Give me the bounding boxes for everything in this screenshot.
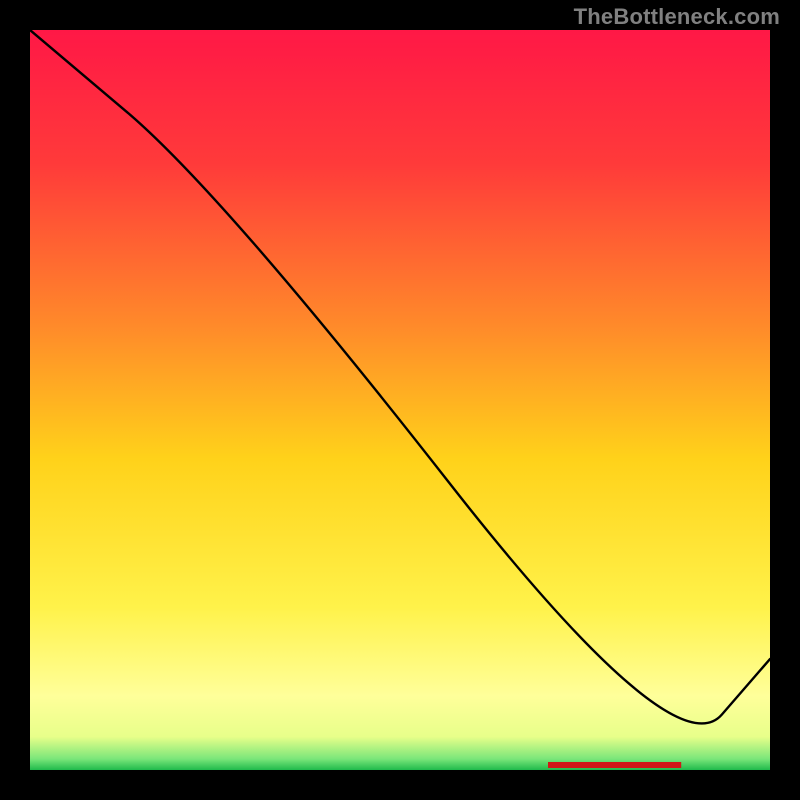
plot-svg	[30, 30, 770, 770]
plot-frame	[30, 30, 770, 770]
chart-stage: TheBottleneck.com	[0, 0, 800, 800]
watermark-text: TheBottleneck.com	[574, 4, 780, 30]
minimum-marker	[548, 762, 681, 768]
gradient-background	[30, 30, 770, 770]
